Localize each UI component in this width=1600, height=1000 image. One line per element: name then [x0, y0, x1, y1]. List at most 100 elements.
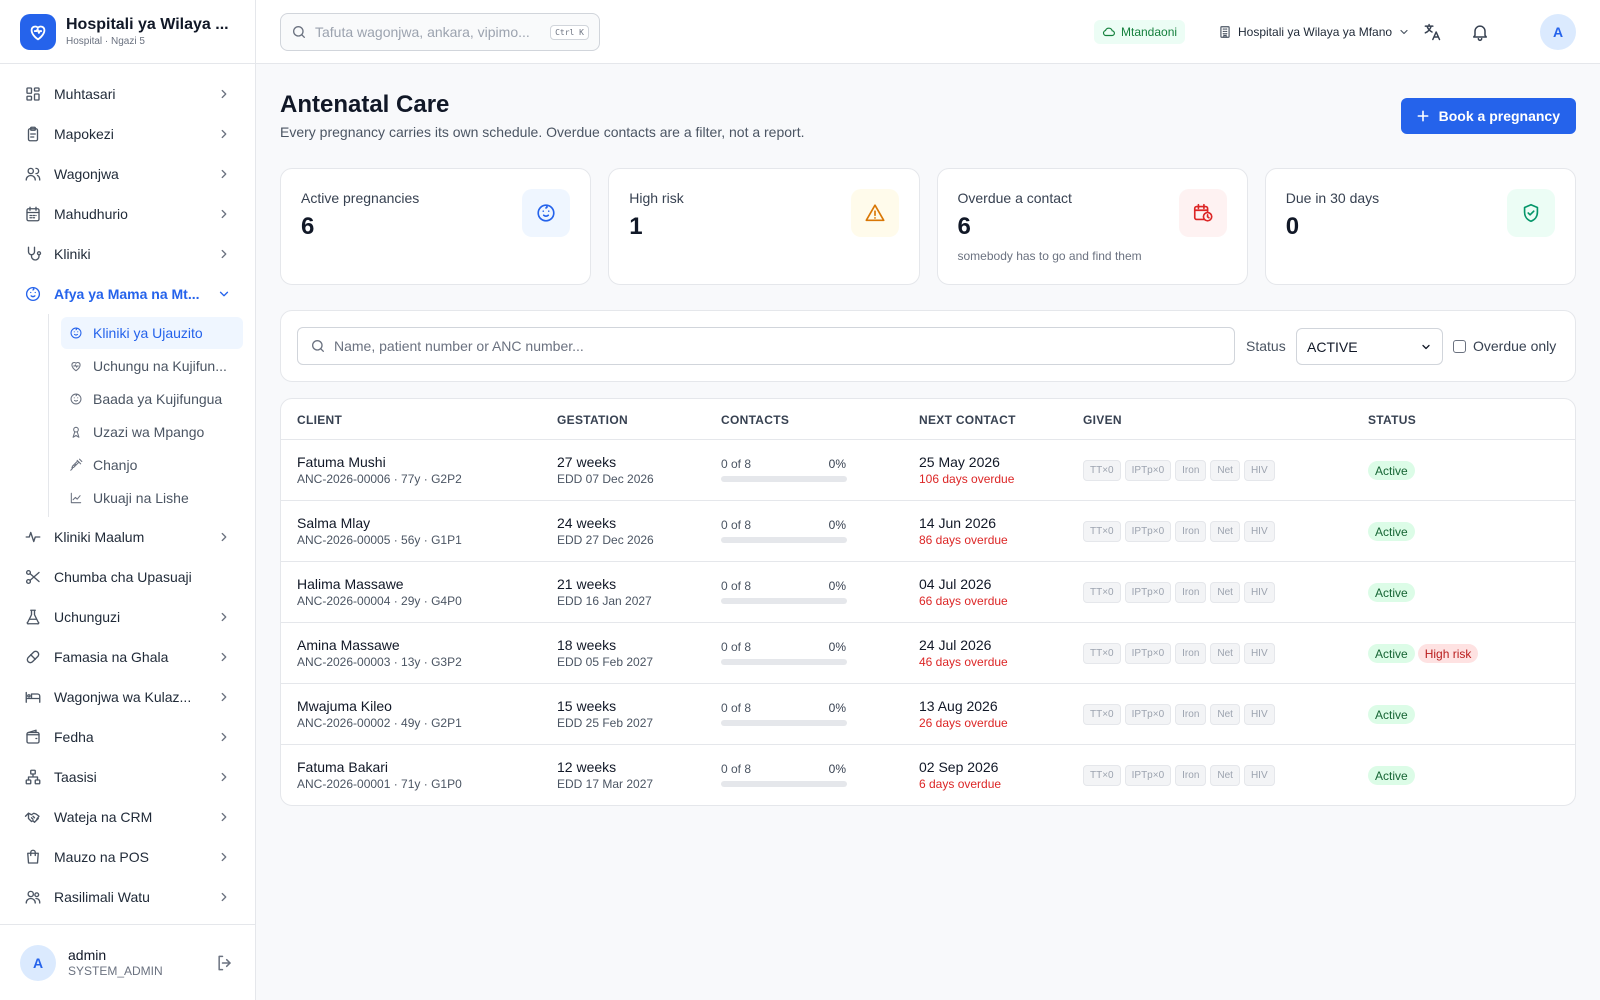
overdue-only-checkbox[interactable]: Overdue only: [1453, 338, 1556, 354]
chevron-down-icon: [1398, 26, 1410, 38]
given-chip: IPTp×0: [1124, 521, 1172, 542]
chevron-down-icon: [1420, 341, 1432, 353]
sidebar-subitem-label: Kliniki ya Ujauzito: [93, 325, 203, 341]
baby-face-icon: [69, 326, 83, 340]
sidebar-item-label: Muhtasari: [54, 86, 116, 102]
book-pregnancy-button[interactable]: Book a pregnancy: [1400, 98, 1576, 134]
table-row[interactable]: Halima Massawe ANC-2026-00004 · 29y · G4P…: [281, 562, 1575, 623]
edd-date: EDD 05 Feb 2027: [557, 655, 654, 669]
given-chips: TT×0 IPTp×0 Iron Net HIV: [1083, 704, 1275, 725]
gestation-weeks: 21 weeks: [557, 576, 617, 592]
contacts-progress-bar: [721, 659, 847, 665]
contacts-count: 0 of 8: [721, 640, 752, 654]
brand-subtitle: Hospital · Ngazi 5: [66, 36, 145, 47]
sidebar-item-chumba-cha-upasuaji[interactable]: Chumba cha Upasuaji: [12, 557, 243, 597]
gestation-weeks: 27 weeks: [557, 454, 617, 470]
sidebar-item-wagonjwa-wa-kulaz[interactable]: Wagonjwa wa Kulaz...: [12, 677, 243, 717]
table-row[interactable]: Mwajuma Kileo ANC-2026-00002 · 49y · G2P1…: [281, 684, 1575, 745]
edd-date: EDD 25 Feb 2027: [557, 716, 654, 730]
sidebar-item-mauzo-na-pos[interactable]: Mauzo na POS: [12, 837, 243, 877]
handshake-icon: [24, 808, 42, 826]
sidebar-item-fedha[interactable]: Fedha: [12, 717, 243, 757]
sidebar-item-famasia-na-ghala[interactable]: Famasia na Ghala: [12, 637, 243, 677]
gestation-weeks: 15 weeks: [557, 698, 617, 714]
next-contact-date: 24 Jul 2026: [919, 637, 992, 653]
shield-check-icon: [1507, 189, 1555, 237]
given-chip: Net: [1210, 521, 1240, 542]
logout-icon[interactable]: [215, 953, 235, 973]
sidebar-item-label: Kliniki: [54, 246, 91, 262]
gestation-weeks: 18 weeks: [557, 637, 617, 653]
client-meta: ANC-2026-00004 · 29y · G4P0: [297, 594, 462, 608]
stat-card-due-in-30-days[interactable]: Due in 30 days 0: [1264, 168, 1576, 285]
table-row[interactable]: Fatuma Bakari ANC-2026-00001 · 71y · G1P0…: [281, 745, 1575, 805]
client-search-input[interactable]: Name, patient number or ANC number...: [297, 327, 1235, 365]
sidebar-subitem-kliniki-ya-ujauzito[interactable]: Kliniki ya Ujauzito: [61, 317, 243, 349]
client-name[interactable]: Amina Massawe: [297, 637, 400, 654]
contacts-count: 0 of 8: [721, 457, 752, 471]
sidebar-subitem-baada-ya-kujifungua[interactable]: Baada ya Kujifungua: [61, 383, 243, 415]
table-row[interactable]: Salma Mlay ANC-2026-00005 · 56y · G1P1 24 …: [281, 501, 1575, 562]
given-chip: HIV: [1243, 643, 1275, 664]
facility-switcher[interactable]: Hospitali ya Wilaya ya Mfano: [1218, 20, 1410, 44]
table-row[interactable]: Fatuma Mushi ANC-2026-00006 · 77y · G2P2 2…: [281, 440, 1575, 501]
sidebar-item-label: Fedha: [54, 729, 94, 745]
stat-card-active-pregnancies[interactable]: Active pregnancies 6: [280, 168, 592, 285]
contacts-percent: 0%: [828, 701, 846, 715]
filter-bar: Name, patient number or ANC number... St…: [280, 310, 1576, 382]
sidebar-item-muhtasari[interactable]: Muhtasari: [12, 74, 243, 114]
sidebar-item-label: Wagonjwa wa Kulaz...: [54, 689, 192, 705]
client-name[interactable]: Mwajuma Kileo: [297, 698, 392, 715]
chevron-right-icon: [217, 167, 231, 181]
brand[interactable]: Hospitali ya Wilaya ... Hospital · Ngazi…: [0, 0, 255, 64]
sidebar-item-wagonjwa[interactable]: Wagonjwa: [12, 154, 243, 194]
bell-icon[interactable]: [1470, 22, 1490, 42]
sidebar-item-label: Afya ya Mama na Mt...: [54, 286, 200, 302]
next-contact-date: 13 Aug 2026: [919, 698, 998, 714]
client-name[interactable]: Fatuma Mushi: [297, 454, 386, 471]
client-name[interactable]: Salma Mlay: [297, 515, 370, 532]
bed-icon: [24, 688, 42, 706]
global-search-input[interactable]: Tafuta wagonjwa, ankara, vipimo... Ctrl …: [280, 13, 600, 51]
sidebar-subitem-label: Uzazi wa Mpango: [93, 424, 205, 440]
sidebar-item-taasisi[interactable]: Taasisi: [12, 757, 243, 797]
baby-face-icon: [69, 392, 83, 406]
contacts-percent: 0%: [828, 762, 846, 776]
user-avatar[interactable]: A: [20, 944, 56, 981]
status-filter-label: Status: [1246, 338, 1286, 354]
cloud-icon: [1102, 25, 1121, 39]
sidebar-subitem-uchungu-na-kujifun[interactable]: Uchungu na Kujifun...: [61, 350, 243, 382]
contacts-progress-bar: [721, 598, 847, 604]
sidebar-item-kliniki[interactable]: Kliniki: [12, 234, 243, 274]
sidebar-item-kliniki-maalum[interactable]: Kliniki Maalum: [12, 517, 243, 557]
sidebar-item-maternal-child-health[interactable]: Afya ya Mama na Mt...: [12, 274, 243, 314]
sidebar-item-uchunguzi[interactable]: Uchunguzi: [12, 597, 243, 637]
client-meta: ANC-2026-00005 · 56y · G1P1: [297, 533, 462, 547]
sidebar-item-rasilimali-watu[interactable]: Rasilimali Watu: [12, 877, 243, 917]
sidebar-item-mapokezi[interactable]: Mapokezi: [12, 114, 243, 154]
sidebar-subitem-ukuaji-na-lishe[interactable]: Ukuaji na Lishe: [61, 482, 243, 514]
user-name: admin: [68, 946, 107, 963]
checkbox-box[interactable]: [1453, 339, 1466, 353]
status-badge: Active: [1368, 705, 1415, 724]
translate-icon[interactable]: [1422, 22, 1442, 42]
sidebar-subitem-uzazi-wa-mpango[interactable]: Uzazi wa Mpango: [61, 416, 243, 448]
online-label: Mtandaoni: [1121, 25, 1178, 39]
user-avatar[interactable]: A: [1540, 14, 1576, 50]
client-name[interactable]: Fatuma Bakari: [297, 759, 388, 776]
sidebar-item-wateja-na-crm[interactable]: Wateja na CRM: [12, 797, 243, 837]
sidebar-item-mahudhurio[interactable]: Mahudhurio: [12, 194, 243, 234]
chevron-right-icon: [217, 770, 231, 784]
given-chip: IPTp×0: [1124, 704, 1172, 725]
calendar-clock-icon: [1178, 189, 1227, 237]
chevron-right-icon: [217, 207, 231, 221]
sidebar-subitem-chanjo[interactable]: Chanjo: [61, 449, 243, 481]
stat-card-high-risk[interactable]: High risk 1: [608, 168, 920, 285]
status-select[interactable]: ACTIVE: [1296, 328, 1443, 365]
client-name[interactable]: Halima Massawe: [297, 576, 404, 593]
table-row[interactable]: Amina Massawe ANC-2026-00003 · 13y · G3P2…: [281, 623, 1575, 684]
given-chip: HIV: [1243, 460, 1275, 481]
chevron-right-icon: [217, 890, 231, 904]
stat-card-overdue-a-contact[interactable]: Overdue a contact 6 somebody has to go and…: [936, 168, 1248, 285]
given-chip: TT×0: [1083, 521, 1121, 542]
